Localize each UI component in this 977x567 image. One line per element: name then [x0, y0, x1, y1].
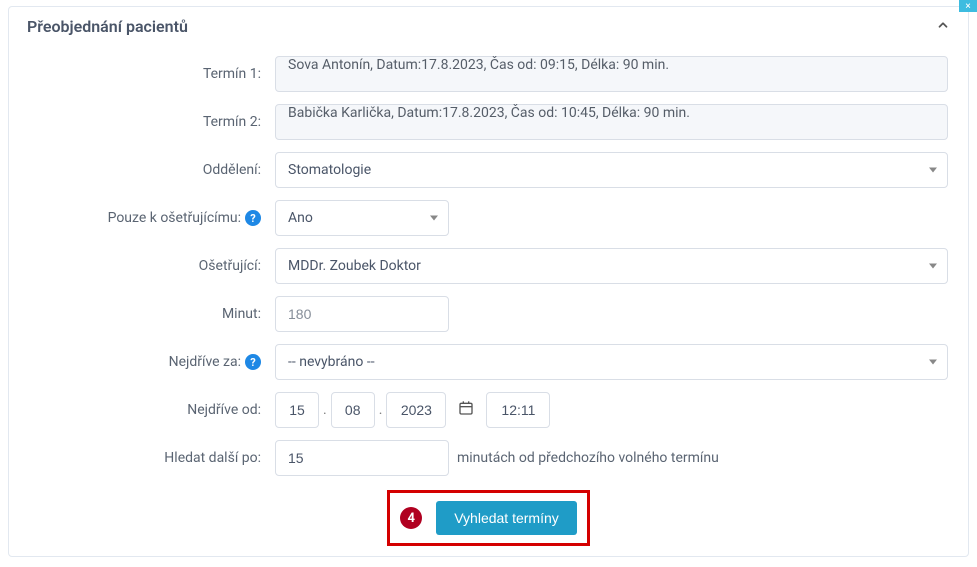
- date-year-input[interactable]: [386, 392, 446, 428]
- row-termin2: Termín 2: Babička Karlička, Datum:17.8.2…: [29, 104, 948, 140]
- row-pouze-osetrujici: Pouze k ošetřujícímu: ? Ano: [29, 200, 948, 236]
- osetrujici-select[interactable]: MDDr. Zoubek Doktor: [275, 248, 948, 284]
- minut-input: [275, 296, 449, 332]
- termin2-field: Babička Karlička, Datum:17.8.2023, Čas o…: [275, 104, 948, 140]
- calendar-icon[interactable]: [452, 400, 480, 420]
- oddeleni-value: Stomatologie: [288, 162, 371, 178]
- label-oddeleni: Oddělení:: [29, 162, 275, 178]
- row-osetrujici: Ošetřující: MDDr. Zoubek Doktor: [29, 248, 948, 284]
- termin1-field: Sova Antonín, Datum:17.8.2023, Čas od: 0…: [275, 56, 948, 92]
- label-pouze-osetrujici: Pouze k ošetřujícímu:: [108, 210, 241, 226]
- help-icon[interactable]: ?: [245, 210, 261, 226]
- chevron-down-icon: [929, 360, 937, 365]
- label-nejdrive-od: Nejdříve od:: [29, 402, 275, 418]
- chevron-down-icon: [929, 264, 937, 269]
- panel-header: Přeobjednání pacientů: [9, 7, 968, 46]
- row-nejdrive-od: Nejdříve od: . .: [29, 392, 948, 428]
- close-icon[interactable]: ×: [959, 0, 977, 12]
- row-minut: Minut:: [29, 296, 948, 332]
- highlight-box: 4 Vyhledat termíny: [387, 490, 590, 546]
- step-badge: 4: [400, 507, 422, 529]
- row-hledat-dalsi-po: Hledat další po: minutách od předchozího…: [29, 440, 948, 476]
- date-month-input[interactable]: [331, 392, 375, 428]
- label-hledat-dalsi-po: Hledat další po:: [29, 450, 275, 466]
- hledat-dalsi-po-input[interactable]: [275, 440, 449, 476]
- pouze-osetrujici-value: Ano: [288, 210, 313, 226]
- time-input[interactable]: [486, 392, 550, 428]
- label-nejdrive-za: Nejdříve za:: [169, 354, 241, 370]
- reschedule-panel: Přeobjednání pacientů Termín 1: Sova Ant…: [8, 6, 969, 557]
- panel-title: Přeobjednání pacientů: [27, 17, 188, 36]
- osetrujici-value: MDDr. Zoubek Doktor: [288, 258, 421, 274]
- submit-row: 4 Vyhledat termíny: [29, 490, 948, 546]
- label-osetrujici: Ošetřující:: [29, 258, 275, 274]
- row-termin1: Termín 1: Sova Antonín, Datum:17.8.2023,…: [29, 56, 948, 92]
- oddeleni-select[interactable]: Stomatologie: [275, 152, 948, 188]
- help-icon[interactable]: ?: [245, 354, 261, 370]
- chevron-down-icon: [929, 168, 937, 173]
- nejdrive-za-select[interactable]: -- nevybráno --: [275, 344, 948, 380]
- collapse-chevron-icon[interactable]: [936, 17, 950, 36]
- label-minut: Minut:: [29, 306, 275, 322]
- nejdrive-za-value: -- nevybráno --: [288, 354, 375, 370]
- hledat-suffix-text: minutách od předchozího volného termínu: [457, 450, 719, 466]
- pouze-osetrujici-select[interactable]: Ano: [275, 200, 449, 236]
- label-termin2: Termín 2:: [29, 114, 275, 130]
- chevron-down-icon: [430, 216, 438, 221]
- row-nejdrive-za: Nejdříve za: ? -- nevybráno --: [29, 344, 948, 380]
- date-day-input[interactable]: [275, 392, 319, 428]
- search-terms-button[interactable]: Vyhledat termíny: [436, 501, 577, 535]
- label-termin1: Termín 1:: [29, 66, 275, 82]
- row-oddeleni: Oddělení: Stomatologie: [29, 152, 948, 188]
- form: Termín 1: Sova Antonín, Datum:17.8.2023,…: [9, 46, 968, 566]
